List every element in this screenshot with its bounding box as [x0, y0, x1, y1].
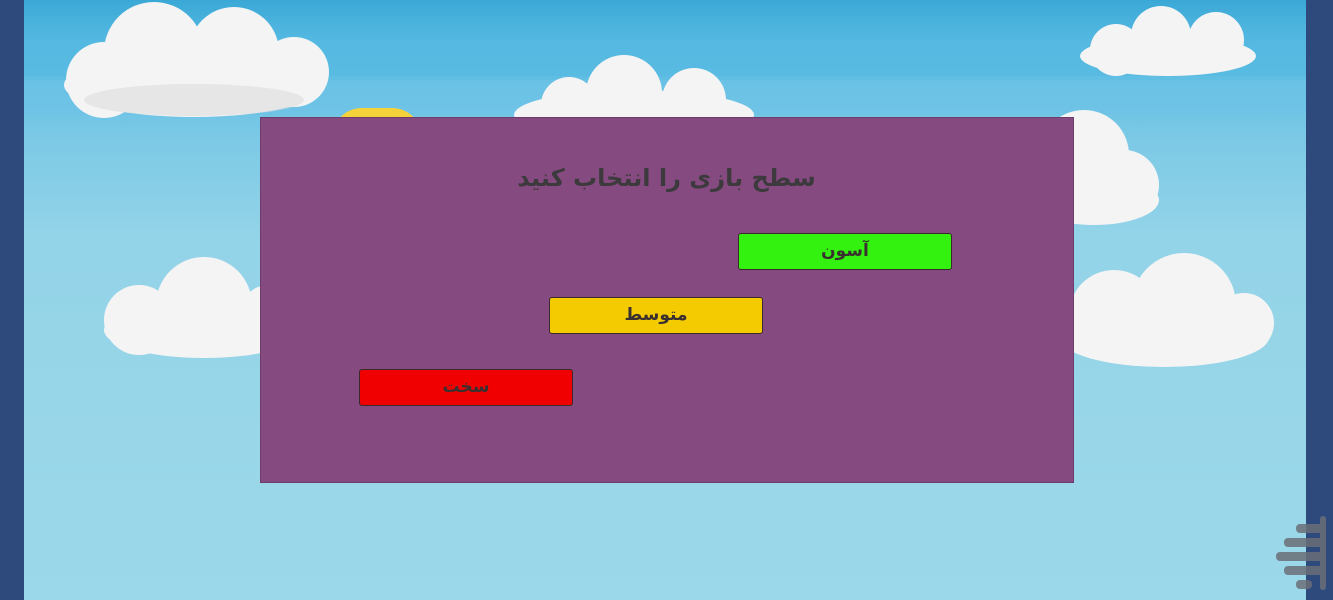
cloud-icon — [514, 55, 754, 125]
dialog-title: سطح بازی را انتخاب کنید — [517, 164, 816, 192]
cloud-icon — [1080, 6, 1256, 76]
cloud-icon — [1059, 253, 1274, 367]
frame-right-border — [1306, 0, 1333, 600]
store-logo-icon — [1276, 516, 1326, 590]
easy-level-button[interactable]: آسون — [738, 233, 952, 270]
medium-level-button[interactable]: متوسط — [549, 297, 763, 334]
hard-level-button[interactable]: سخت — [359, 369, 573, 406]
frame-left-border — [0, 0, 24, 600]
cloud-icon — [64, 2, 329, 118]
